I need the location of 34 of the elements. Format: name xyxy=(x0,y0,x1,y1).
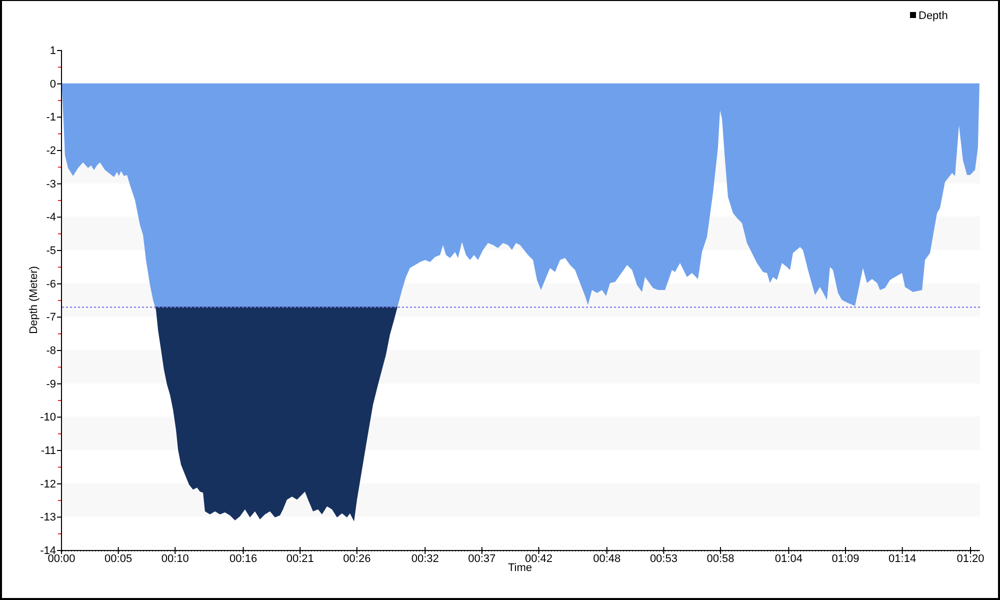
y-tick-label: -3 xyxy=(46,178,56,190)
y-tick-label: 1 xyxy=(50,45,56,57)
x-tick-label: 01:14 xyxy=(888,553,916,565)
legend-label: Depth xyxy=(918,10,948,22)
x-tick-label: 00:21 xyxy=(286,553,314,565)
y-tick-label: -11 xyxy=(40,445,56,457)
x-tick-label: 01:04 xyxy=(774,553,802,565)
x-tick-label: 00:48 xyxy=(593,553,621,565)
x-tick-label: 00:42 xyxy=(524,553,552,565)
y-tick-label: -6 xyxy=(46,278,56,290)
y-tick-label: -7 xyxy=(46,312,56,324)
x-tick-label: 00:26 xyxy=(343,553,371,565)
y-tick-label: -9 xyxy=(46,378,56,390)
y-tick-label: -1 xyxy=(46,112,56,124)
y-tick-label: -10 xyxy=(40,412,56,424)
x-tick-label: 01:09 xyxy=(832,553,860,565)
y-tick-label: -8 xyxy=(46,345,56,357)
x-tick-label: 00:10 xyxy=(161,553,189,565)
y-tick-label: -4 xyxy=(46,212,56,224)
y-tick-label: 0 xyxy=(50,78,56,90)
x-tick-label: 00:32 xyxy=(411,553,439,565)
legend-swatch-icon xyxy=(910,12,916,18)
x-tick-label: 00:37 xyxy=(468,553,496,565)
x-tick-label: 01:20 xyxy=(956,553,984,565)
x-tick-label: 00:16 xyxy=(230,553,258,565)
y-axis-title: Depth (Meter) xyxy=(28,266,40,334)
y-tick-label: -2 xyxy=(46,145,56,157)
y-tick-label: -12 xyxy=(40,478,56,490)
x-tick-label: 00:53 xyxy=(650,553,678,565)
y-tick-label: -13 xyxy=(40,512,56,524)
x-axis-title: Time xyxy=(508,562,532,574)
x-tick-label: 00:58 xyxy=(706,553,734,565)
y-tick-label: -5 xyxy=(46,245,56,257)
x-tick-label: 00:05 xyxy=(104,553,132,565)
